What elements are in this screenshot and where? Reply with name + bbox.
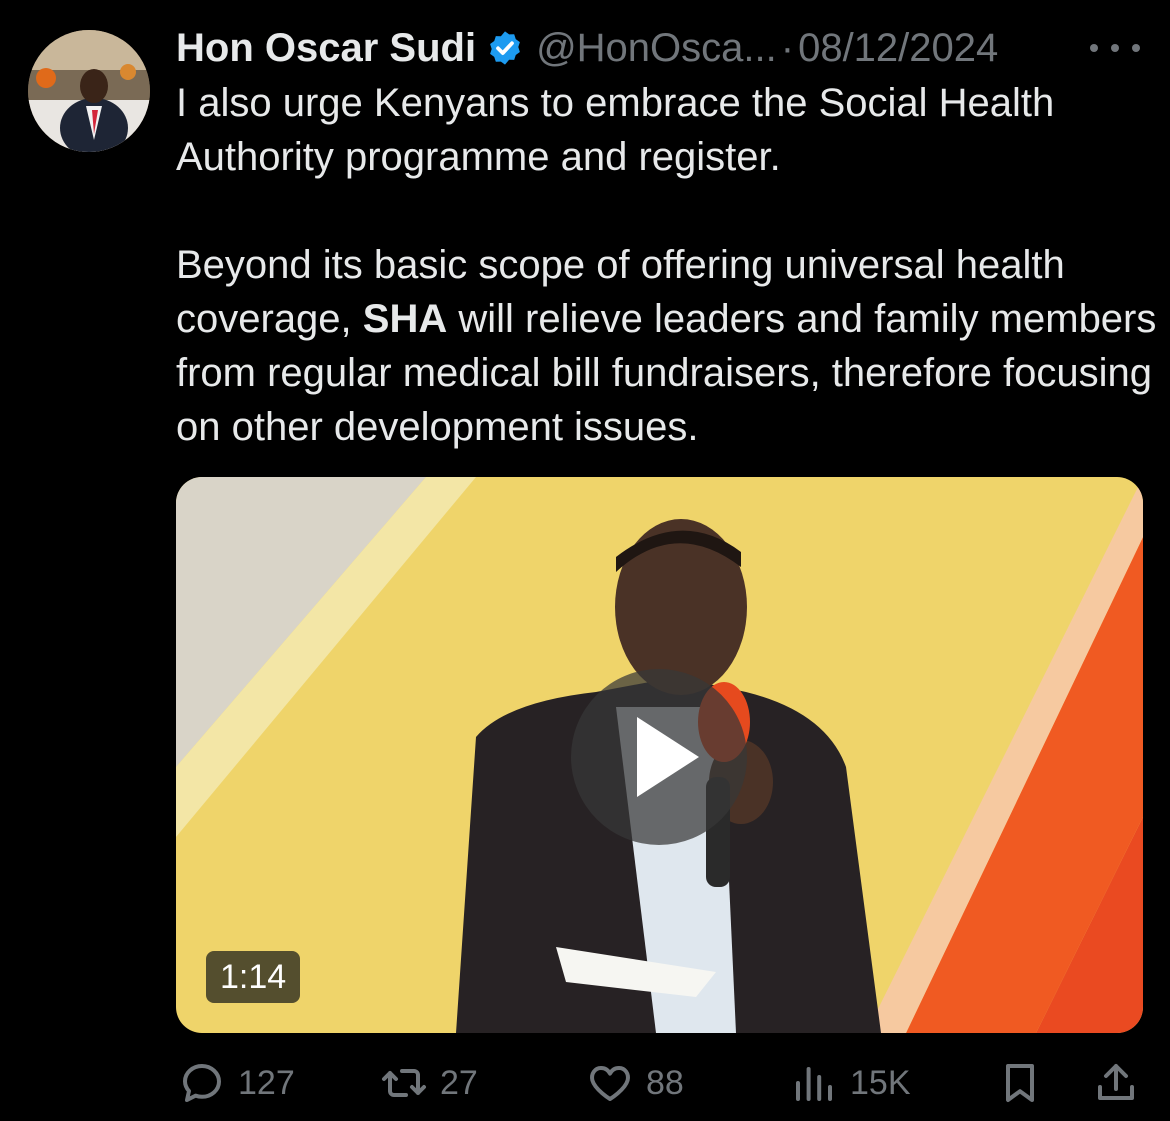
tweet-actions: 127 27 88 15K — [0, 1052, 1170, 1114]
view-count: 15K — [850, 1063, 911, 1102]
like-button[interactable]: 88 — [586, 1052, 684, 1114]
tweet-date[interactable]: 08/12/2024 — [798, 26, 998, 71]
video-duration: 1:14 — [206, 951, 301, 1003]
reply-icon — [183, 1064, 221, 1102]
share-icon — [1098, 1064, 1134, 1100]
repost-button[interactable]: 27 — [380, 1052, 478, 1114]
play-icon — [637, 717, 699, 797]
sha-bold-text: SHA — [362, 297, 448, 341]
like-count: 88 — [646, 1063, 684, 1102]
heart-icon — [590, 1066, 630, 1101]
views-icon — [796, 1067, 832, 1101]
author-name[interactable]: Hon Oscar Sudi — [176, 26, 476, 71]
share-button[interactable] — [1092, 1052, 1140, 1114]
repost-icon — [382, 1069, 426, 1097]
bookmark-icon — [1006, 1064, 1034, 1102]
reply-button[interactable]: 127 — [178, 1052, 295, 1114]
video-player[interactable]: 1:14 — [176, 477, 1143, 1033]
separator-dot: · — [780, 25, 795, 70]
play-button[interactable] — [571, 669, 747, 845]
reply-count: 127 — [238, 1063, 295, 1102]
tweet-text: I also urge Kenyans to embrace the Socia… — [176, 76, 1166, 454]
more-dots-icon[interactable] — [1090, 30, 1140, 66]
author-handle[interactable]: @HonOsca... — [536, 26, 777, 71]
author-avatar[interactable] — [28, 30, 150, 152]
tweet-header: Hon Oscar Sudi @HonOsca... · 08/12/2024 — [176, 22, 998, 74]
avatar-photo — [28, 30, 150, 152]
tweet-paragraph-1: I also urge Kenyans to embrace the Socia… — [176, 81, 1055, 179]
bookmark-button[interactable] — [996, 1052, 1044, 1114]
verified-badge-icon — [490, 31, 520, 65]
tweet-paragraph-2: Beyond its basic scope of offering unive… — [176, 238, 1166, 454]
views-button[interactable]: 15K — [790, 1052, 911, 1114]
repost-count: 27 — [440, 1063, 478, 1102]
